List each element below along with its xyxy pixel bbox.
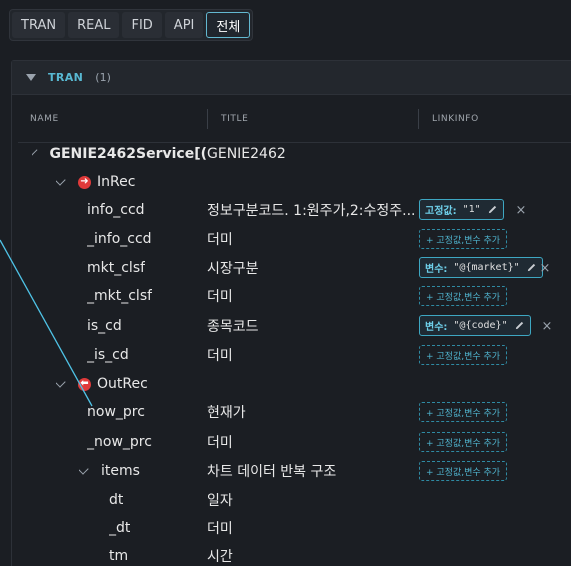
tree-row-now-prc[interactable]: now_prc 현재가 + 고정값,변수 추가 — [12, 398, 571, 426]
field-name: info_ccd — [87, 202, 145, 218]
close-icon[interactable]: × — [538, 258, 552, 278]
section-header[interactable]: TRAN (1) — [12, 61, 571, 95]
close-icon[interactable]: × — [514, 200, 528, 220]
section-count: (1) — [95, 71, 111, 84]
tab-tran[interactable]: TRAN — [12, 12, 66, 38]
field-title: 차트 데이터 반복 구조 — [207, 464, 337, 480]
chevron-down-icon[interactable] — [32, 147, 38, 157]
column-divider[interactable] — [418, 109, 419, 129]
tab-real[interactable]: REAL — [68, 12, 120, 38]
tab-fid[interactable]: FID — [122, 12, 162, 38]
add-link-button[interactable]: + 고정값,변수 추가 — [419, 402, 508, 422]
chip-key: 고정값: — [425, 206, 457, 217]
tab-all[interactable]: 전체 — [206, 12, 251, 38]
field-title: 시간 — [207, 549, 233, 565]
field-title: 더미 — [207, 521, 233, 537]
column-divider[interactable] — [207, 109, 208, 129]
column-header-linkinfo: LINKINFO — [432, 114, 479, 124]
field-name: _is_cd — [87, 347, 129, 363]
field-name: _now_prc — [87, 434, 152, 450]
field-name: tm — [109, 548, 129, 564]
chip-value: "@{market}" — [453, 262, 520, 273]
tree-row-dt[interactable]: dt 일자 — [12, 486, 571, 514]
add-link-button[interactable]: + 고정값,변수 추가 — [419, 461, 508, 481]
field-title: 일자 — [207, 493, 233, 509]
add-link-button[interactable]: + 고정값,변수 추가 — [419, 345, 508, 365]
field-title: 더미 — [207, 289, 233, 305]
link-value-chip[interactable]: 변수: "@{market}" — [419, 257, 543, 278]
tree-row-inrec[interactable]: ➜ InRec — [12, 168, 571, 196]
field-name: is_cd — [87, 318, 122, 334]
chip-value: "@{code}" — [453, 320, 508, 331]
chip-key: 변수: — [425, 264, 448, 275]
arrow-left-circle-icon: ⬅ — [78, 377, 91, 391]
tree-row-tm[interactable]: tm 시간 — [12, 542, 571, 566]
tree-row-info-ccd[interactable]: info_ccd 정보구분코드. 1:원주가,2:수정주... 고정값: "1"… — [12, 196, 571, 224]
tab-api[interactable]: API — [164, 12, 204, 38]
tree-row-is-cd[interactable]: is_cd 종목코드 변수: "@{code}" × — [12, 312, 571, 340]
field-name: _mkt_clsf — [87, 288, 153, 304]
section-title: TRAN — [48, 71, 84, 84]
chip-key: 변수: — [425, 322, 448, 333]
field-title: 시장구분 — [207, 261, 259, 277]
tran-panel: TRAN (1) NAME TITLE LINKINFO GENIE2462Se… — [11, 60, 571, 566]
link-value-chip[interactable]: 변수: "@{code}" — [419, 315, 531, 336]
inrec-name: InRec — [97, 174, 136, 190]
field-title: 정보구분코드. 1:원주가,2:수정주... — [207, 203, 415, 219]
chevron-down-icon[interactable] — [79, 463, 89, 475]
link-value-chip[interactable]: 고정값: "1" — [419, 199, 504, 220]
pencil-icon[interactable] — [526, 262, 537, 273]
outrec-name: OutRec — [97, 376, 148, 392]
service-name: GENIE2462Service[( — [49, 146, 207, 162]
field-name: _info_ccd — [87, 231, 152, 247]
column-header-name: NAME — [30, 114, 59, 124]
tree-row-service[interactable]: GENIE2462Service[( GENIE2462 — [12, 140, 571, 168]
field-title: 더미 — [207, 348, 233, 364]
column-header-title: TITLE — [221, 114, 249, 124]
field-title: 더미 — [207, 232, 233, 248]
tree-row-outrec[interactable]: ⬅ OutRec — [12, 370, 571, 398]
field-title: 현재가 — [207, 405, 246, 421]
field-title: 더미 — [207, 435, 233, 451]
add-link-button[interactable]: + 고정값,변수 추가 — [419, 432, 508, 452]
pencil-icon[interactable] — [514, 320, 525, 331]
tree-row-mkt-clsf-dummy[interactable]: _mkt_clsf 더미 + 고정값,변수 추가 — [12, 282, 571, 310]
field-title: 종목코드 — [207, 319, 259, 335]
field-name: now_prc — [87, 404, 145, 420]
add-link-button[interactable]: + 고정값,변수 추가 — [419, 229, 508, 249]
tree-row-now-prc-dummy[interactable]: _now_prc 더미 + 고정값,변수 추가 — [12, 428, 571, 456]
chip-value: "1" — [462, 204, 481, 215]
type-filter-tabs: TRAN REAL FID API 전체 — [9, 9, 254, 41]
chevron-down-icon[interactable] — [56, 174, 66, 186]
pencil-icon[interactable] — [487, 204, 498, 215]
tree-row-dt-dummy[interactable]: _dt 더미 — [12, 514, 571, 542]
collapse-triangle-icon[interactable] — [26, 74, 36, 81]
field-name: _dt — [109, 520, 131, 536]
close-icon[interactable]: × — [540, 316, 554, 336]
tree-row-is-cd-dummy[interactable]: _is_cd 더미 + 고정값,변수 추가 — [12, 341, 571, 369]
items-name: items — [101, 463, 140, 479]
add-link-button[interactable]: + 고정값,변수 추가 — [419, 286, 508, 306]
tree-row-mkt-clsf[interactable]: mkt_clsf 시장구분 변수: "@{market}" × — [12, 254, 571, 282]
tree-row-info-ccd-dummy[interactable]: _info_ccd 더미 + 고정값,변수 추가 — [12, 225, 571, 253]
arrow-right-circle-icon: ➜ — [78, 175, 91, 189]
field-name: dt — [109, 492, 124, 508]
service-title: GENIE2462 — [207, 146, 286, 162]
tree-row-items[interactable]: items 차트 데이터 반복 구조 + 고정값,변수 추가 — [12, 457, 571, 485]
field-name: mkt_clsf — [87, 260, 146, 276]
chevron-down-icon[interactable] — [56, 376, 66, 388]
